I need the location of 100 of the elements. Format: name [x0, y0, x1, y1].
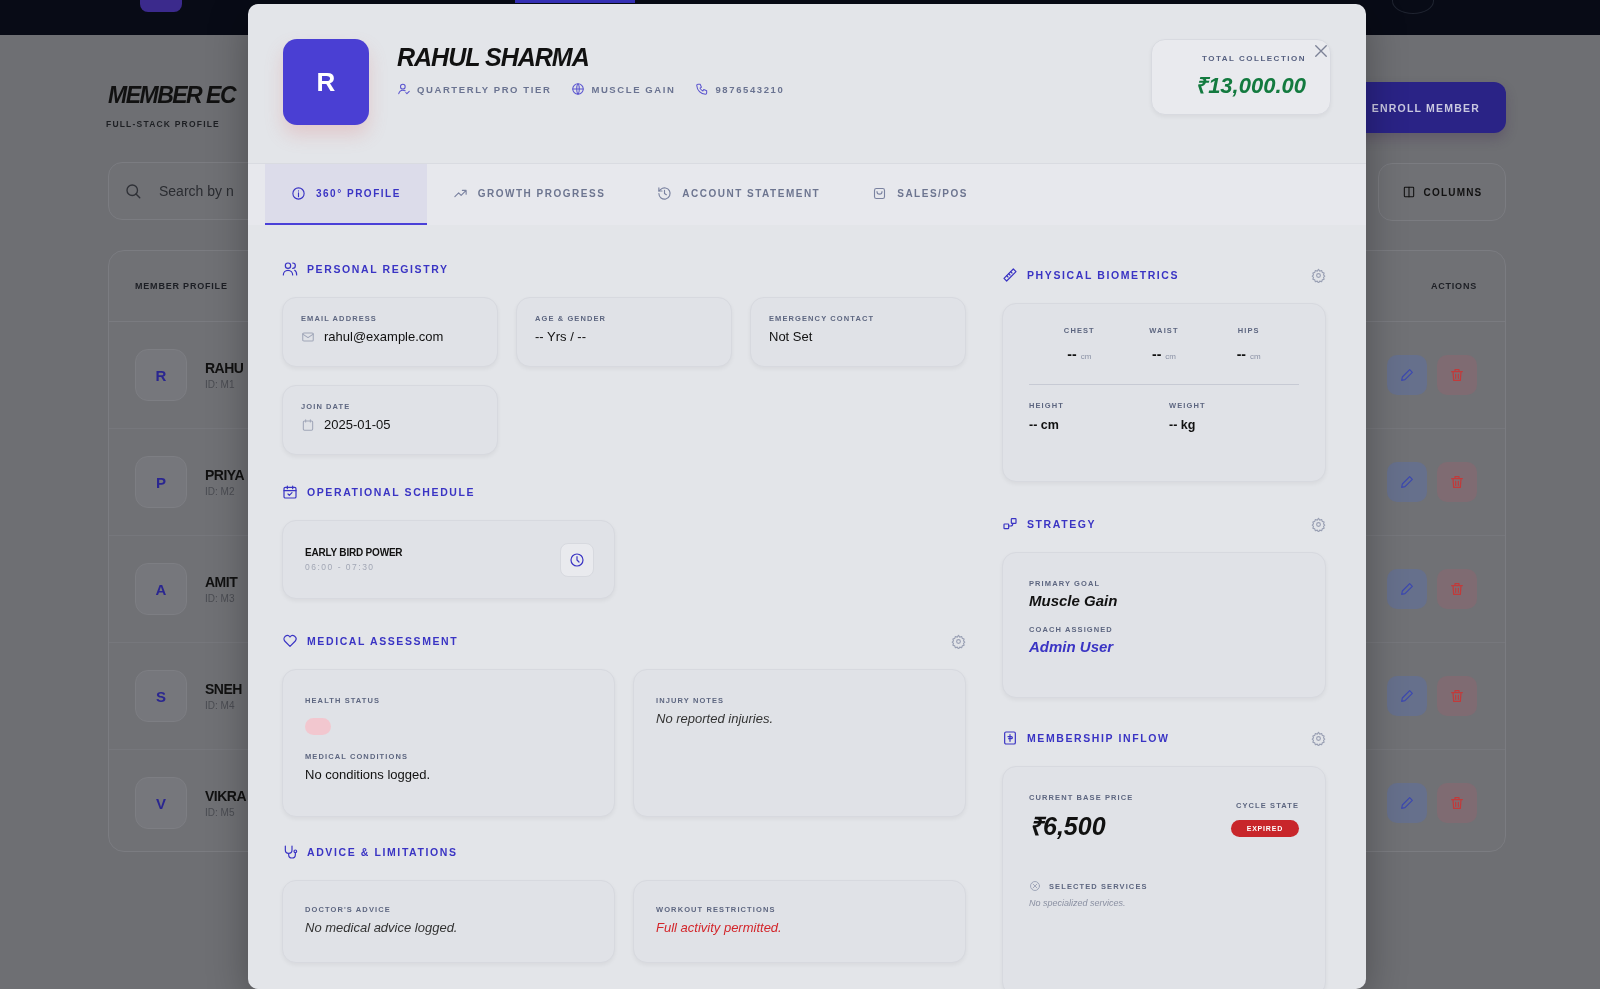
edit-button[interactable]: [1387, 676, 1427, 716]
column-header: MEMBER PROFILE: [135, 281, 228, 291]
price-value: ₹6,500: [1029, 811, 1107, 842]
delete-button[interactable]: [1437, 355, 1477, 395]
member-detail: QUARTERLY PRO TIER: [417, 83, 552, 95]
field-value: Admin User: [1029, 638, 1115, 655]
measure-value: --: [1067, 346, 1077, 362]
section-title: OPERATIONAL SCHEDULE: [307, 486, 476, 498]
services-icon: [1029, 880, 1041, 892]
member-name: PRIYA: [205, 467, 244, 483]
tab[interactable]: ACCOUNT STATEMENT: [631, 164, 847, 225]
columns-icon: [1401, 185, 1416, 199]
edit-button[interactable]: [1387, 569, 1427, 609]
user-check-icon: [397, 82, 411, 96]
page-title: MEMBER EC: [108, 82, 236, 109]
delete-button[interactable]: [1437, 462, 1477, 502]
pencil-icon: [1399, 688, 1415, 704]
document-icon: [1002, 730, 1018, 746]
measure-unit: cm: [1250, 352, 1261, 361]
section-title: MEMBERSHIP INFLOW: [1027, 732, 1170, 744]
member-name: RAHU: [205, 360, 244, 376]
trash-icon: [1449, 688, 1465, 704]
settings-icon[interactable]: [951, 633, 966, 649]
trash-icon: [1449, 474, 1465, 490]
section-title: PERSONAL REGISTRY: [307, 263, 449, 275]
ball-icon: [571, 82, 586, 96]
column-header: ACTIONS: [1430, 281, 1477, 291]
users-icon: [282, 261, 298, 277]
settings-icon[interactable]: [1311, 730, 1326, 746]
calendar-icon: [301, 417, 315, 432]
search-icon: [124, 182, 142, 200]
ruler-icon: [1002, 267, 1018, 283]
close-icon: [1312, 42, 1330, 60]
measure-unit: cm: [1080, 352, 1092, 361]
delete-button[interactable]: [1437, 783, 1477, 823]
member-detail: 9876543210: [715, 83, 785, 95]
delete-button[interactable]: [1437, 676, 1477, 716]
calendar-icon: [282, 484, 298, 500]
field-value: No specialized services.: [1029, 898, 1127, 908]
field-value: -- cm: [1029, 418, 1060, 432]
edit-button[interactable]: [1387, 355, 1427, 395]
settings-icon[interactable]: [1311, 516, 1326, 532]
history-icon: [657, 186, 673, 201]
enroll-member-button[interactable]: ENROLL MEMBER: [1366, 82, 1506, 133]
member-name: SNEH: [205, 681, 242, 697]
field-value: No medical advice logged.: [305, 920, 459, 935]
measure-value: --: [1236, 346, 1246, 362]
member-name: RAHUL SHARMA: [397, 43, 590, 72]
field-value: Not Set: [769, 329, 814, 344]
tab[interactable]: 360° PROFILE: [265, 164, 427, 225]
tab[interactable]: GROWTH PROGRESS: [426, 164, 632, 225]
pencil-icon: [1399, 795, 1415, 811]
search-field[interactable]: Search by n: [108, 162, 248, 220]
columns-button[interactable]: COLUMNS: [1378, 163, 1506, 221]
member-avatar: P: [135, 456, 187, 508]
pencil-icon: [1399, 581, 1415, 597]
section-title: PHYSICAL BIOMETRICS: [1027, 269, 1180, 281]
member-avatar: R: [283, 39, 369, 125]
member-name: VIKRA: [205, 788, 247, 804]
member-avatar: A: [135, 563, 187, 615]
delete-button[interactable]: [1437, 569, 1477, 609]
field-value: No conditions logged.: [305, 767, 432, 782]
stethoscope-icon: [282, 844, 298, 860]
phone-icon: [695, 82, 710, 96]
close-button[interactable]: [1312, 42, 1330, 60]
field-value: -- Yrs / --: [535, 329, 588, 344]
member-name: AMIT: [205, 574, 238, 590]
field-value: -- kg: [1169, 418, 1197, 432]
field-value: Muscle Gain: [1029, 592, 1119, 609]
link-icon: [1002, 516, 1018, 532]
bag-icon: [872, 186, 888, 201]
section-title: ADVICE & LIMITATIONS: [307, 846, 458, 858]
field-value: rahul@example.com: [324, 329, 444, 344]
trash-icon: [1449, 367, 1465, 383]
measure-value: --: [1152, 346, 1162, 362]
settings-icon[interactable]: [1311, 267, 1326, 283]
status-pill: [305, 718, 331, 735]
field-value: Full activity permitted.: [656, 920, 783, 935]
edit-button[interactable]: [1387, 462, 1427, 502]
clock-icon: [569, 551, 585, 568]
member-avatar: V: [135, 777, 187, 829]
schedule-name: EARLY BIRD POWER: [305, 547, 403, 558]
trash-icon: [1449, 795, 1465, 811]
section-title: MEDICAL ASSESSMENT: [307, 635, 459, 647]
trash-icon: [1449, 581, 1465, 597]
heart-icon: [282, 633, 298, 649]
section-title: STRATEGY: [1027, 518, 1097, 530]
tab[interactable]: SALES/POS: [846, 164, 994, 225]
total-collection-value: ₹13,000.00: [1194, 72, 1306, 99]
field-value: 2025-01-05: [324, 417, 391, 432]
member-detail: MUSCLE GAIN: [591, 83, 676, 95]
page-subtitle: FULL-STACK PROFILE: [106, 119, 220, 129]
pencil-icon: [1399, 474, 1415, 490]
clock-button[interactable]: [560, 542, 594, 577]
pencil-icon: [1399, 367, 1415, 383]
total-collection-label: TOTAL COLLECTION: [1201, 54, 1306, 63]
edit-button[interactable]: [1387, 783, 1427, 823]
field-value: No reported injuries.: [656, 711, 775, 726]
info-icon: [291, 186, 306, 201]
member-avatar: S: [135, 670, 187, 722]
